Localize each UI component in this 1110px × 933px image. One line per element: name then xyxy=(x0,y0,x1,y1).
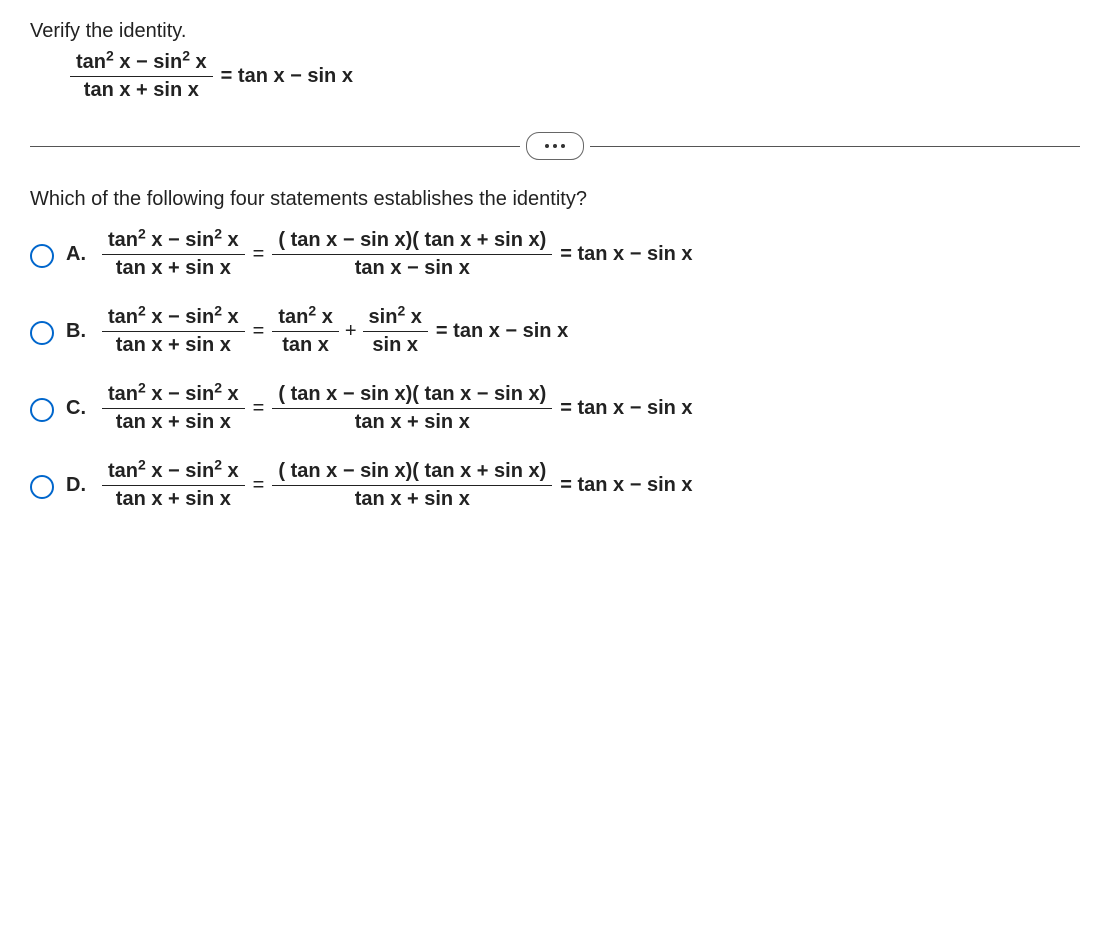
radio-d[interactable] xyxy=(30,475,54,499)
heading: Verify the identity. xyxy=(30,20,1080,43)
radio-b[interactable] xyxy=(30,321,54,345)
option-a: A. tan2 x − sin2 x tan x + sin x = ( tan… xyxy=(30,229,1080,280)
option-content-c: tan2 x − sin2 x tan x + sin x = ( tan x … xyxy=(102,383,701,434)
separator xyxy=(30,132,1080,160)
question-text: Which of the following four statements e… xyxy=(30,188,1080,211)
option-content-d: tan2 x − sin2 x tan x + sin x = ( tan x … xyxy=(102,460,701,511)
identity-equation: tan2 x − sin2 x tan x + sin x = tan x − … xyxy=(70,51,1080,102)
option-label-b: B. xyxy=(66,320,102,343)
option-label-c: C. xyxy=(66,397,102,420)
radio-a[interactable] xyxy=(30,244,54,268)
option-c: C. tan2 x − sin2 x tan x + sin x = ( tan… xyxy=(30,383,1080,434)
option-b: B. tan2 x − sin2 x tan x + sin x = tan2 … xyxy=(30,306,1080,357)
option-content-b: tan2 x − sin2 x tan x + sin x = tan2 x t… xyxy=(102,306,576,357)
option-d: D. tan2 x − sin2 x tan x + sin x = ( tan… xyxy=(30,460,1080,511)
radio-c[interactable] xyxy=(30,398,54,422)
option-content-a: tan2 x − sin2 x tan x + sin x = ( tan x … xyxy=(102,229,701,280)
option-label-a: A. xyxy=(66,243,102,266)
more-button[interactable] xyxy=(526,132,584,160)
option-label-d: D. xyxy=(66,474,102,497)
